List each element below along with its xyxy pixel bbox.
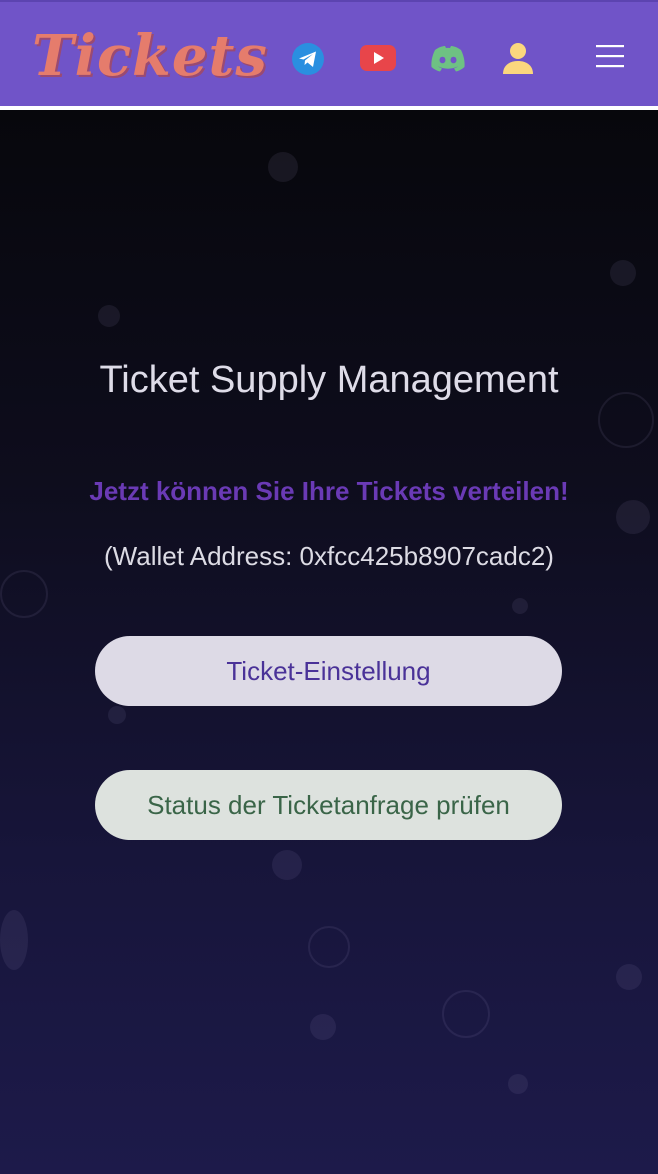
wallet-address: (Wallet Address: 0xfcc425b8907cadc2) bbox=[104, 541, 554, 571]
background-bokeh bbox=[442, 990, 490, 1038]
background-bokeh bbox=[508, 1074, 528, 1094]
youtube-icon[interactable] bbox=[360, 43, 396, 73]
background-bokeh bbox=[272, 850, 302, 880]
background-bokeh bbox=[616, 964, 642, 990]
page-title: Ticket Supply Management bbox=[99, 359, 559, 401]
background-bokeh bbox=[268, 152, 298, 182]
user-icon[interactable] bbox=[501, 41, 535, 75]
top-nav-bar: Tickets bbox=[0, 0, 658, 106]
background-bokeh bbox=[0, 570, 48, 618]
check-request-status-button[interactable]: Status der Ticketanfrage prüfen bbox=[95, 770, 562, 840]
background-bokeh bbox=[308, 926, 350, 968]
ticket-settings-button[interactable]: Ticket-Einstellung bbox=[95, 636, 562, 706]
background-bokeh bbox=[98, 305, 120, 327]
background-bokeh bbox=[0, 910, 28, 970]
distribution-message: Jetzt können Sie Ihre Tickets verteilen! bbox=[89, 476, 569, 506]
background-bokeh bbox=[310, 1014, 336, 1040]
menu-icon[interactable] bbox=[594, 42, 626, 70]
tickets-logo[interactable]: Tickets bbox=[32, 24, 268, 88]
background-bokeh bbox=[512, 598, 528, 614]
telegram-icon[interactable] bbox=[292, 43, 324, 75]
background-bokeh bbox=[610, 260, 636, 286]
background-bokeh bbox=[108, 706, 126, 724]
discord-icon[interactable] bbox=[429, 44, 467, 74]
